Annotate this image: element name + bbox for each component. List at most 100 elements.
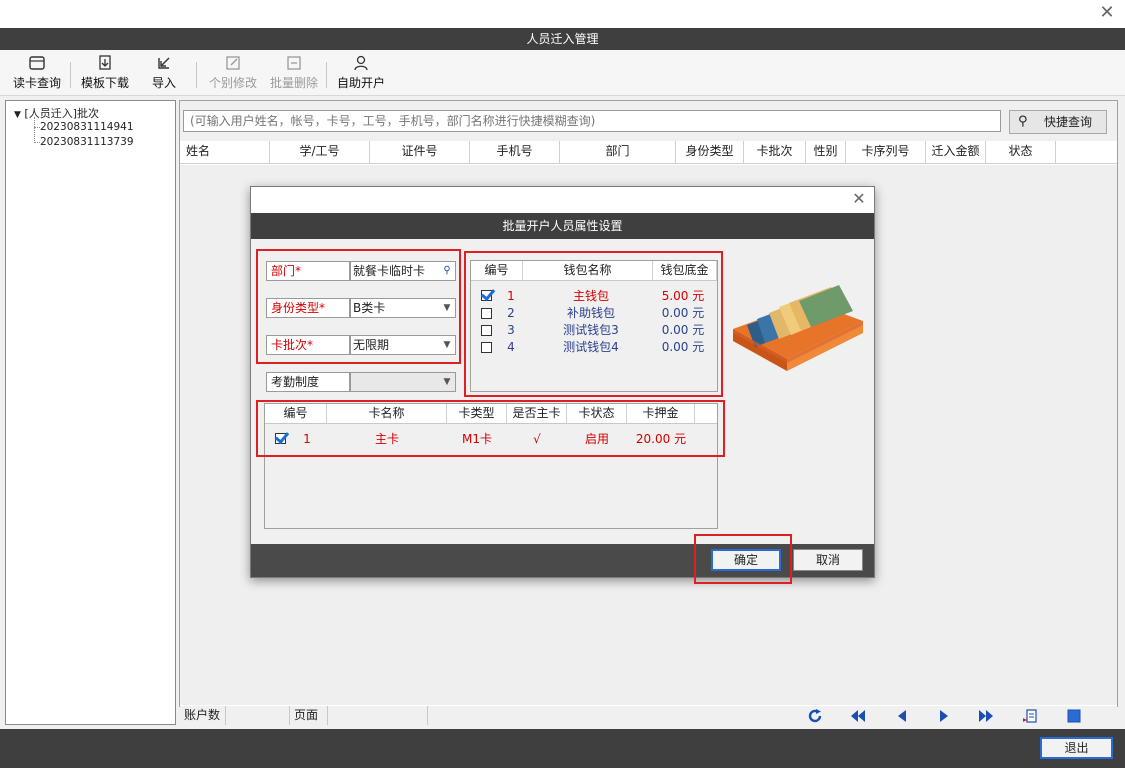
wallet-amount: 0.00 元	[661, 323, 705, 337]
grid-column-header[interactable]: 证件号	[370, 141, 470, 164]
tree-root-label: [人员迁入]批次	[24, 107, 100, 120]
wallet-name: 补助钱包	[566, 306, 615, 320]
page-label: 页面	[290, 706, 328, 725]
card-col-no: 编号	[265, 404, 327, 424]
chevron-down-icon[interactable]: ▼	[440, 337, 454, 353]
identity-type-value: B类卡	[353, 301, 386, 315]
wallet-amount: 5.00 元	[661, 289, 705, 303]
tree-item-batch[interactable]: 20230831113739	[40, 136, 134, 148]
bottom-bar	[0, 729, 1125, 768]
window-title: 人员迁入管理	[0, 28, 1125, 50]
wallet-col-no: 编号	[471, 261, 523, 281]
chevron-down-icon[interactable]: ▼	[440, 374, 454, 390]
tree-connector	[34, 117, 35, 143]
card-table: 编号 卡名称 卡类型 是否主卡 卡状态 卡押金 1 主卡 M1卡 √ 启用 20…	[264, 403, 718, 529]
prev-page-icon[interactable]	[894, 709, 910, 723]
template-download-label: 模板下载	[80, 76, 129, 90]
export-icon[interactable]	[1022, 709, 1038, 723]
grid-column-header[interactable]: 姓名	[180, 141, 270, 164]
batch-delete-label: 批量删除	[269, 76, 318, 90]
dialog-footer: 确定 取消	[251, 544, 874, 577]
wallet-no: 2	[507, 306, 515, 320]
department-label: 部门*	[266, 261, 350, 281]
toolbar-separator	[326, 62, 327, 88]
department-select[interactable]: 就餐卡临时卡 ⚲	[350, 261, 456, 281]
card-type: M1卡	[462, 432, 492, 446]
attendance-label: 考勤制度	[266, 372, 350, 392]
chevron-down-icon[interactable]: ▼	[440, 300, 454, 316]
import-label: 导入	[151, 76, 176, 90]
refresh-icon[interactable]	[808, 709, 824, 723]
confirm-button[interactable]: 确定	[711, 549, 781, 571]
user-icon	[354, 55, 368, 71]
wallet-no: 4	[507, 340, 515, 354]
wallet-name: 测试钱包4	[563, 340, 619, 354]
dialog-close-icon[interactable]: ✕	[850, 190, 868, 208]
wallet-no: 3	[507, 323, 515, 337]
grid-column-header[interactable]: 学/工号	[270, 141, 370, 164]
toolbar-separator	[70, 62, 71, 88]
identity-type-label: 身份类型*	[266, 298, 350, 318]
last-page-icon[interactable]	[978, 709, 994, 723]
quick-search-button[interactable]: ⚲ 快捷查询	[1009, 110, 1107, 134]
tree-root[interactable]: ▼ [人员迁入]批次	[14, 105, 99, 121]
identity-type-select[interactable]: B类卡 ▼	[350, 298, 456, 318]
card-col-deposit: 卡押金	[627, 404, 695, 424]
grid-column-header[interactable]: 手机号	[470, 141, 560, 164]
window-top-strip	[0, 0, 1125, 28]
lookup-icon[interactable]: ⚲	[440, 263, 454, 279]
stop-icon[interactable]	[1066, 709, 1082, 723]
wallet-col-amount: 钱包底金	[653, 261, 717, 281]
edit-icon	[226, 56, 240, 70]
wallet-amount: 0.00 元	[661, 306, 705, 320]
card-col-main: 是否主卡	[507, 404, 567, 424]
next-page-icon[interactable]	[936, 709, 952, 723]
batch-open-dialog: ✕ 批量开户人员属性设置 部门* 就餐卡临时卡 ⚲ 身份类型* B类卡 ▼ 卡批…	[250, 186, 875, 584]
grid-column-header[interactable]: 部门	[560, 141, 676, 164]
toolbar: 读卡查询 模板下载 导入 个别修改 批量删除 自助开户	[0, 50, 1125, 96]
wallet-checkbox[interactable]	[481, 325, 492, 336]
card-batch-value: 无限期	[353, 338, 390, 352]
grid-column-header[interactable]: 身份类型	[676, 141, 744, 164]
grid-column-header[interactable]: 状态	[986, 141, 1056, 164]
self-open-account-label: 自助开户	[336, 76, 385, 90]
tree-item-batch[interactable]: 20230831114941	[40, 121, 134, 133]
wallet-checkbox[interactable]	[481, 342, 492, 353]
read-card-button[interactable]: 读卡查询	[8, 54, 66, 94]
import-icon	[158, 57, 170, 69]
cancel-button[interactable]: 取消	[793, 549, 863, 571]
first-page-icon[interactable]	[850, 709, 866, 723]
card-batch-label: 卡批次*	[266, 335, 350, 355]
template-download-button[interactable]: 模板下载	[76, 54, 134, 94]
wallet-no: 1	[507, 289, 515, 303]
card-reader-icon	[29, 56, 45, 70]
wallet-table-header: 编号 钱包名称 钱包底金	[471, 261, 717, 281]
card-batch-select[interactable]: 无限期 ▼	[350, 335, 456, 355]
card-col-status: 卡状态	[567, 404, 627, 424]
window-close-icon[interactable]: ✕	[1097, 3, 1117, 23]
grid-column-header[interactable]: 迁入金额	[926, 141, 986, 164]
import-button[interactable]: 导入	[146, 54, 182, 94]
chevron-down-icon[interactable]: ▼	[14, 110, 21, 120]
status-bar: 账户数 页面	[180, 706, 1117, 725]
wallet-checkbox[interactable]	[481, 308, 492, 319]
search-input[interactable]	[183, 110, 1001, 132]
grid-column-header[interactable]: 卡批次	[744, 141, 806, 164]
grid-column-header[interactable]: 卡序列号	[846, 141, 926, 164]
self-open-account-button[interactable]: 自助开户	[333, 54, 389, 94]
exit-button[interactable]: 退出	[1040, 737, 1113, 759]
dialog-title: 批量开户人员属性设置	[251, 213, 874, 239]
card-status: 启用	[584, 432, 609, 446]
card-checkbox[interactable]	[275, 433, 286, 444]
toolbar-separator	[196, 62, 197, 88]
wallet-name: 主钱包	[572, 289, 609, 303]
modify-single-button[interactable]: 个别修改	[205, 54, 261, 94]
folder-box-icon	[733, 285, 863, 371]
wallet-checkbox[interactable]	[481, 290, 492, 301]
grid-column-header[interactable]: 性别	[806, 141, 846, 164]
download-icon	[99, 55, 111, 70]
attendance-select[interactable]: ▼	[350, 372, 456, 392]
card-col-type: 卡类型	[447, 404, 507, 424]
batch-delete-button[interactable]: 批量删除	[266, 54, 322, 94]
account-count-value	[226, 706, 290, 725]
